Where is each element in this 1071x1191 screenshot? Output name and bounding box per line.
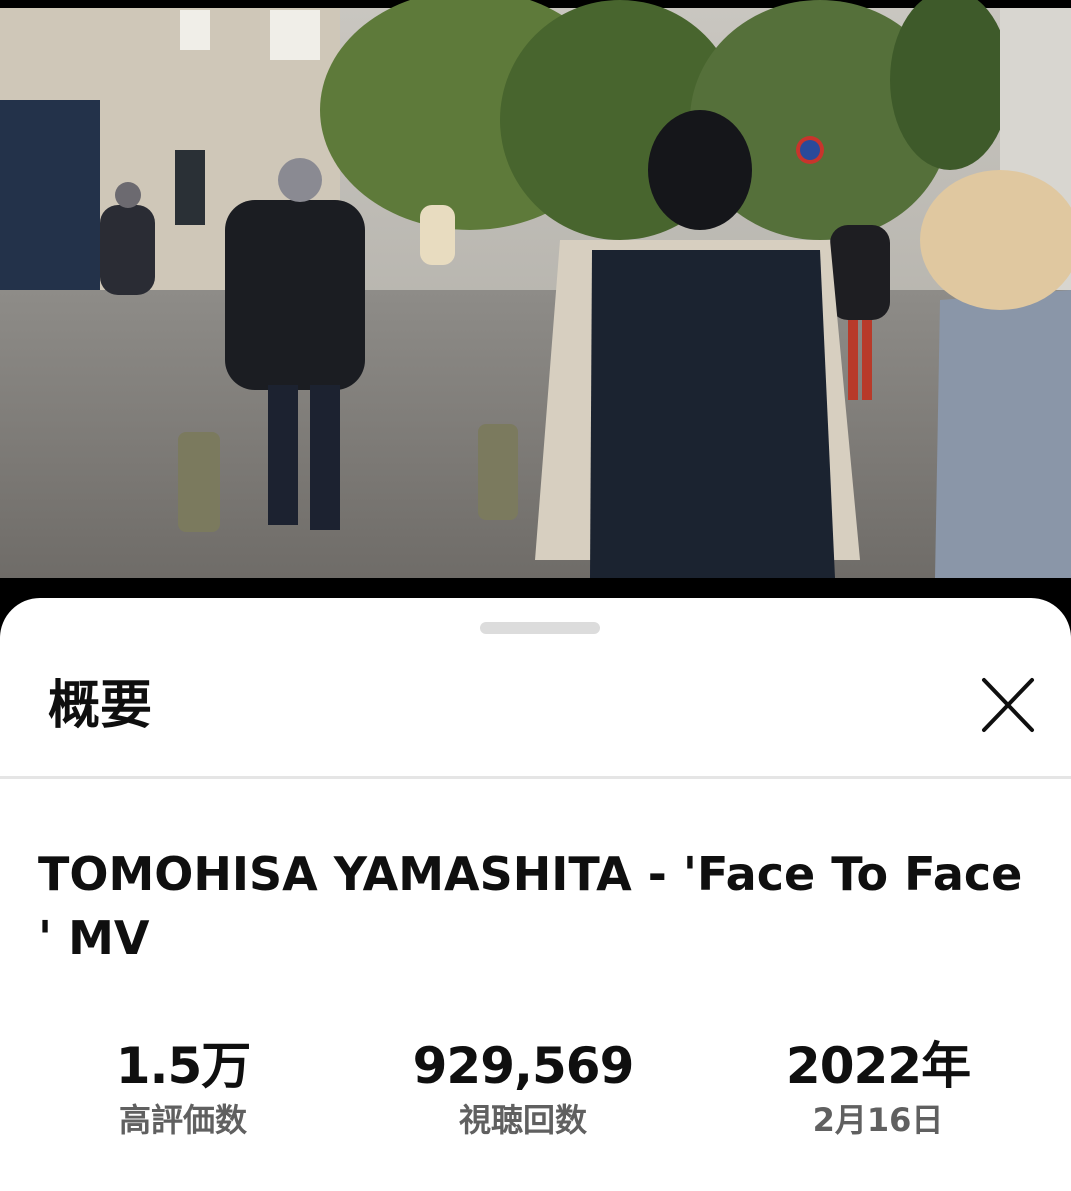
stat-value: 929,569 xyxy=(412,1037,635,1095)
stat-value: 2022年 xyxy=(785,1037,971,1095)
close-icon xyxy=(982,678,1034,732)
video-frame xyxy=(0,0,1071,612)
stat-likes: 1.5万 高評価数 xyxy=(33,1034,333,1142)
close-button[interactable] xyxy=(974,674,1042,738)
stat-views: 929,569 視聴回数 xyxy=(373,1034,673,1142)
divider xyxy=(0,776,1071,779)
stat-label: 2月16日 xyxy=(812,1101,944,1139)
stat-value: 1.5万 xyxy=(115,1037,252,1095)
stat-label: 視聴回数 xyxy=(458,1101,587,1139)
video-title: TOMOHISA YAMASHITA - 'Face To Face ' MV xyxy=(38,847,1023,965)
description-sheet: 概要 TOMOHISA YAMASHITA - 'Face To Face ' … xyxy=(0,598,1071,1191)
video-stats: 1.5万 高評価数 929,569 視聴回数 2022年 2月16日 xyxy=(0,1034,1071,1154)
stat-date: 2022年 2月16日 xyxy=(728,1034,1028,1142)
sheet-title: 概要 xyxy=(48,676,153,736)
drag-handle[interactable] xyxy=(480,622,600,634)
stat-label: 高評価数 xyxy=(118,1101,247,1139)
video-player[interactable] xyxy=(0,0,1071,612)
